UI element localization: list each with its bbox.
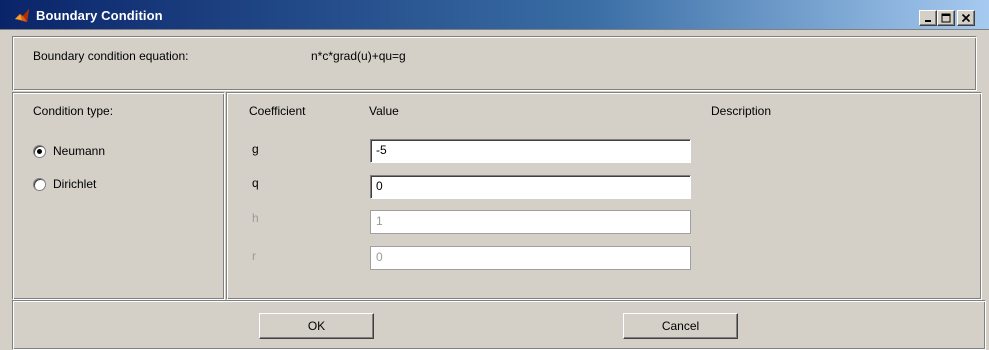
window-title: Boundary Condition — [36, 8, 163, 23]
coef-g-input[interactable]: -5 — [370, 139, 691, 163]
coef-r-input: 0 — [370, 246, 691, 270]
close-icon — [961, 13, 971, 23]
equation-panel — [12, 36, 977, 91]
close-button[interactable] — [957, 10, 975, 26]
equation-label: Boundary condition equation: — [33, 49, 189, 63]
button-panel — [12, 300, 986, 350]
coef-g-label: g — [252, 142, 259, 156]
radio-dirichlet-indicator[interactable] — [33, 177, 46, 191]
condition-type-label: Condition type: — [33, 104, 114, 118]
coef-q-label: q — [252, 176, 259, 190]
coef-h-input: 1 — [370, 210, 691, 234]
maximize-icon — [941, 13, 951, 23]
equation-value: n*c*grad(u)+qu=g — [311, 49, 406, 63]
coef-h-label: h — [252, 211, 259, 225]
title-bar[interactable]: Boundary Condition — [0, 0, 989, 30]
radio-neumann-label: Neumann — [53, 144, 106, 158]
minimize-button[interactable] — [919, 10, 937, 26]
cancel-button[interactable]: Cancel — [623, 313, 738, 339]
coef-r-label: r — [252, 249, 256, 263]
value-header: Value — [369, 104, 399, 118]
coef-q-input[interactable]: 0 — [370, 175, 691, 199]
maximize-button[interactable] — [937, 10, 955, 26]
condition-type-panel — [12, 92, 225, 300]
radio-dirichlet-label: Dirichlet — [53, 177, 97, 191]
matlab-logo-icon — [15, 9, 29, 22]
coefficient-header: Coefficient — [249, 104, 306, 118]
description-header: Description — [711, 104, 772, 118]
radio-neumann-indicator[interactable] — [33, 144, 46, 158]
ok-button[interactable]: OK — [259, 313, 374, 339]
radio-dirichlet[interactable]: Dirichlet — [33, 177, 96, 191]
minimize-icon — [925, 20, 931, 22]
radio-neumann[interactable]: Neumann — [33, 144, 105, 158]
